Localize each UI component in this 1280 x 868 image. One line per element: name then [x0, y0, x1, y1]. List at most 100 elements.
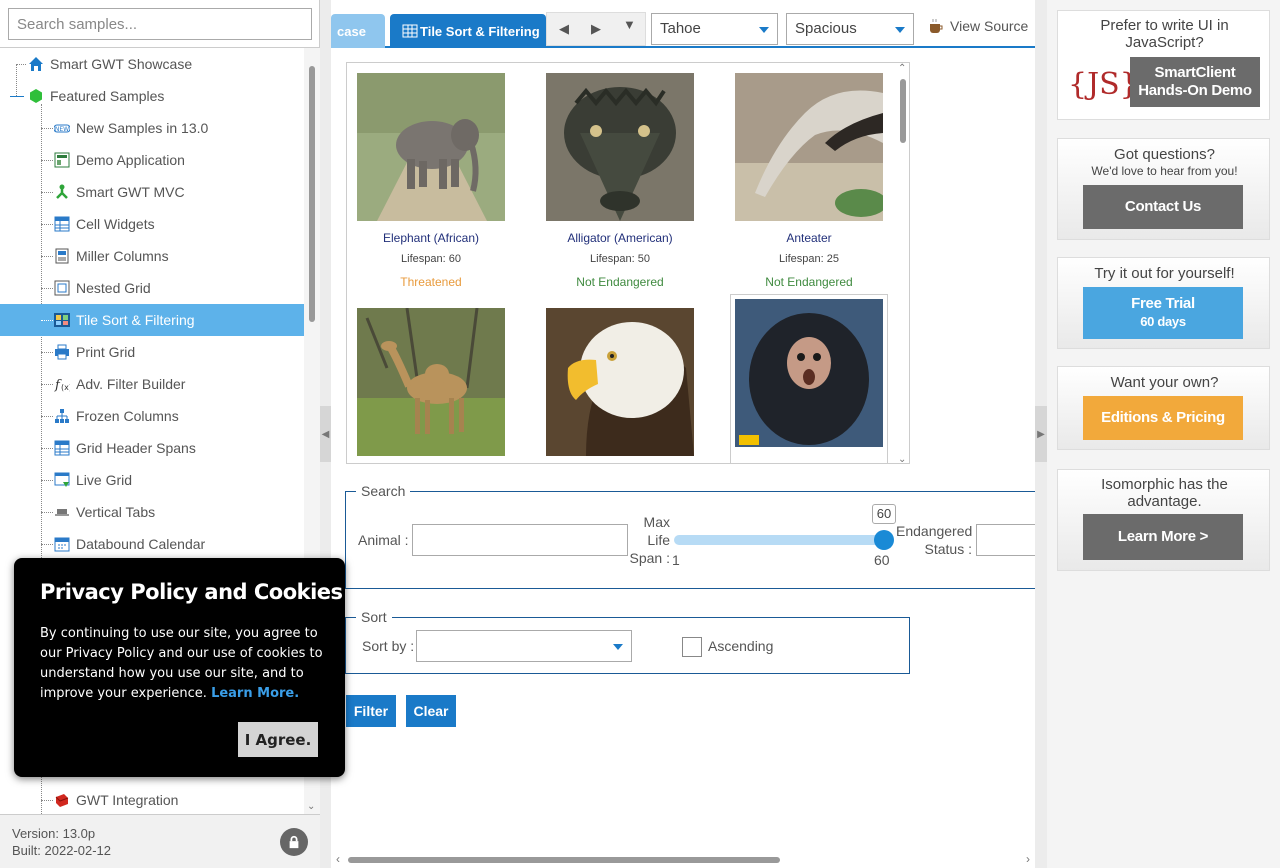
- status-select[interactable]: [976, 524, 1035, 556]
- tree-item-cell-widgets[interactable]: Cell Widgets: [0, 208, 304, 240]
- cookie-agree-button[interactable]: I Agree.: [238, 722, 318, 757]
- tab-scroll-right-icon[interactable]: ▶: [591, 21, 601, 37]
- filter-button[interactable]: Filter: [346, 695, 396, 727]
- lock-icon[interactable]: [280, 828, 308, 856]
- search-input[interactable]: [8, 8, 312, 40]
- tree-item-adv-filter-builder[interactable]: f(x) Adv. Filter Builder: [0, 368, 304, 400]
- skin-select[interactable]: Tahoe: [651, 13, 778, 45]
- lifespan-slider-track[interactable]: [674, 535, 884, 545]
- tree-connector: [41, 160, 53, 161]
- promo-text: Try it out for yourself!: [1094, 265, 1235, 282]
- svg-text:(x): (x): [61, 383, 70, 392]
- tree-item-label: Live Grid: [76, 472, 133, 488]
- animal-tile[interactable]: Alligator (American) Lifespan: 50 Not En…: [545, 63, 695, 303]
- sort-form-legend: Sort: [356, 609, 392, 625]
- animal-status: Threatened: [400, 275, 462, 289]
- tree-connector: [41, 192, 53, 193]
- free-trial-label: Free Trial: [1131, 295, 1195, 312]
- tree-item-smart-gwt-showcase[interactable]: Smart GWT Showcase: [0, 48, 304, 80]
- tree-item-miller-columns[interactable]: Miller Columns: [0, 240, 304, 272]
- animal-status: Not Endangered: [576, 275, 664, 289]
- ascending-label: Ascending: [708, 638, 774, 654]
- status-field-label: Endangered: [896, 523, 973, 539]
- chevron-left-icon[interactable]: ‹: [336, 852, 340, 866]
- tree-item-databound-calendar[interactable]: Databound Calendar: [0, 528, 304, 560]
- skin-select-value: Tahoe: [660, 20, 701, 37]
- chevron-down-icon[interactable]: ⌄: [898, 454, 906, 465]
- ascending-checkbox[interactable]: [682, 637, 702, 657]
- function-icon: f(x): [54, 376, 70, 392]
- scrollbar-thumb[interactable]: [900, 79, 906, 143]
- tree-item-nested-grid[interactable]: Nested Grid: [0, 272, 304, 304]
- chevron-down-icon[interactable]: ⌄: [307, 801, 315, 812]
- cookie-learn-more-link[interactable]: Learn More.: [211, 686, 299, 701]
- content-horizontal-scrollbar[interactable]: ‹ ›: [331, 850, 1035, 868]
- learn-more-button[interactable]: Learn More >: [1083, 514, 1243, 560]
- tab-scroll-left-icon[interactable]: ◀: [559, 21, 569, 37]
- chevron-down-icon: [759, 27, 769, 33]
- smartclient-demo-button[interactable]: SmartClient Hands-On Demo: [1130, 57, 1260, 107]
- promo-isomorphic: Isomorphic has the advantage. Learn More…: [1057, 469, 1270, 571]
- animal-tile[interactable]: Elephant (African) Lifespan: 60 Threaten…: [356, 63, 506, 303]
- tree-item-smart-gwt-mvc[interactable]: Smart GWT MVC: [0, 176, 304, 208]
- density-select[interactable]: Spacious: [786, 13, 914, 45]
- clear-button[interactable]: Clear: [406, 695, 456, 727]
- tile-grid-scrollbar[interactable]: ⌃ ⌄: [895, 63, 911, 465]
- chevron-up-icon[interactable]: ⌃: [898, 63, 906, 74]
- right-panel-splitter[interactable]: ▶: [1035, 0, 1047, 868]
- tree-item-label: Vertical Tabs: [76, 504, 156, 520]
- tree-connector: [41, 288, 53, 289]
- tree-item-vertical-tabs[interactable]: Vertical Tabs: [0, 496, 304, 528]
- monkey-image: [735, 299, 883, 447]
- tree-item-tile-sort-filtering[interactable]: Tile Sort & Filtering: [0, 304, 304, 336]
- tree-item-featured-samples[interactable]: Featured Samples: [0, 80, 304, 112]
- tree-item-demo-application[interactable]: Demo Application: [0, 144, 304, 176]
- collapse-left-icon[interactable]: ◀: [320, 406, 331, 462]
- nested-grid-icon: [54, 280, 70, 296]
- printer-icon: [54, 344, 70, 360]
- editions-pricing-button[interactable]: Editions & Pricing: [1083, 396, 1243, 440]
- tree-connector: [41, 224, 53, 225]
- tree-item-live-grid[interactable]: Live Grid: [0, 464, 304, 496]
- tree-item-new-samples[interactable]: NEW New Samples in 13.0: [0, 112, 304, 144]
- animal-tile[interactable]: Anteater Lifespan: 25 Not Endangered: [734, 63, 884, 303]
- animal-tile[interactable]: [545, 298, 695, 463]
- promo-sidebar: Prefer to write UI in JavaScript? {JS} S…: [1047, 0, 1280, 868]
- animal-tile[interactable]: [730, 294, 888, 463]
- scrollbar-thumb[interactable]: [309, 66, 315, 322]
- sortby-select[interactable]: [416, 630, 632, 662]
- built-date-text: Built: 2022-02-12: [12, 843, 112, 858]
- version-text: Version: 13.0p: [12, 826, 96, 841]
- tree-connector: [41, 512, 53, 513]
- tree-item-grid-header-spans[interactable]: Grid Header Spans: [0, 432, 304, 464]
- tree-item-label: Cell Widgets: [76, 216, 155, 232]
- chevron-down-icon: [895, 27, 905, 33]
- tree-connector: [41, 320, 53, 321]
- free-trial-button[interactable]: Free Trial 60 days: [1083, 287, 1243, 339]
- tab-showcase[interactable]: case: [331, 14, 385, 48]
- tab-menu-icon[interactable]: ▼: [623, 17, 636, 32]
- animal-tile[interactable]: [356, 298, 506, 463]
- view-source-button[interactable]: View Source: [928, 18, 1028, 34]
- tiles-icon: [402, 23, 418, 39]
- tab-bar: case Tile Sort & Filtering ◀ ▶ ▼ Tahoe S…: [331, 0, 1035, 48]
- tree-item-label: Smart GWT Showcase: [50, 56, 193, 72]
- lifespan-slider-thumb[interactable]: [874, 530, 894, 550]
- tree-item-frozen-columns[interactable]: Frozen Columns: [0, 400, 304, 432]
- tree-item-gwt-integration[interactable]: GWT Integration: [0, 784, 304, 814]
- coffee-cup-icon: [928, 18, 944, 34]
- animal-tile-grid: Elephant (African) Lifespan: 60 Threaten…: [346, 62, 910, 464]
- tab-label: case: [337, 23, 366, 39]
- slider-max-label: 60: [874, 552, 890, 568]
- tree-item-print-grid[interactable]: Print Grid: [0, 336, 304, 368]
- chevron-down-icon: [613, 644, 623, 650]
- chevron-right-icon[interactable]: ›: [1026, 852, 1030, 866]
- collapse-right-icon[interactable]: ▶: [1035, 406, 1047, 462]
- svg-text:NEW: NEW: [55, 126, 69, 133]
- tab-tile-sort-filtering[interactable]: Tile Sort & Filtering: [390, 14, 546, 48]
- animal-input[interactable]: [412, 524, 628, 556]
- scrollbar-thumb[interactable]: [348, 857, 780, 863]
- contact-us-button[interactable]: Contact Us: [1083, 185, 1243, 229]
- tree-item-label: Smart GWT MVC: [76, 184, 185, 200]
- lifespan-label: Span :: [629, 550, 670, 566]
